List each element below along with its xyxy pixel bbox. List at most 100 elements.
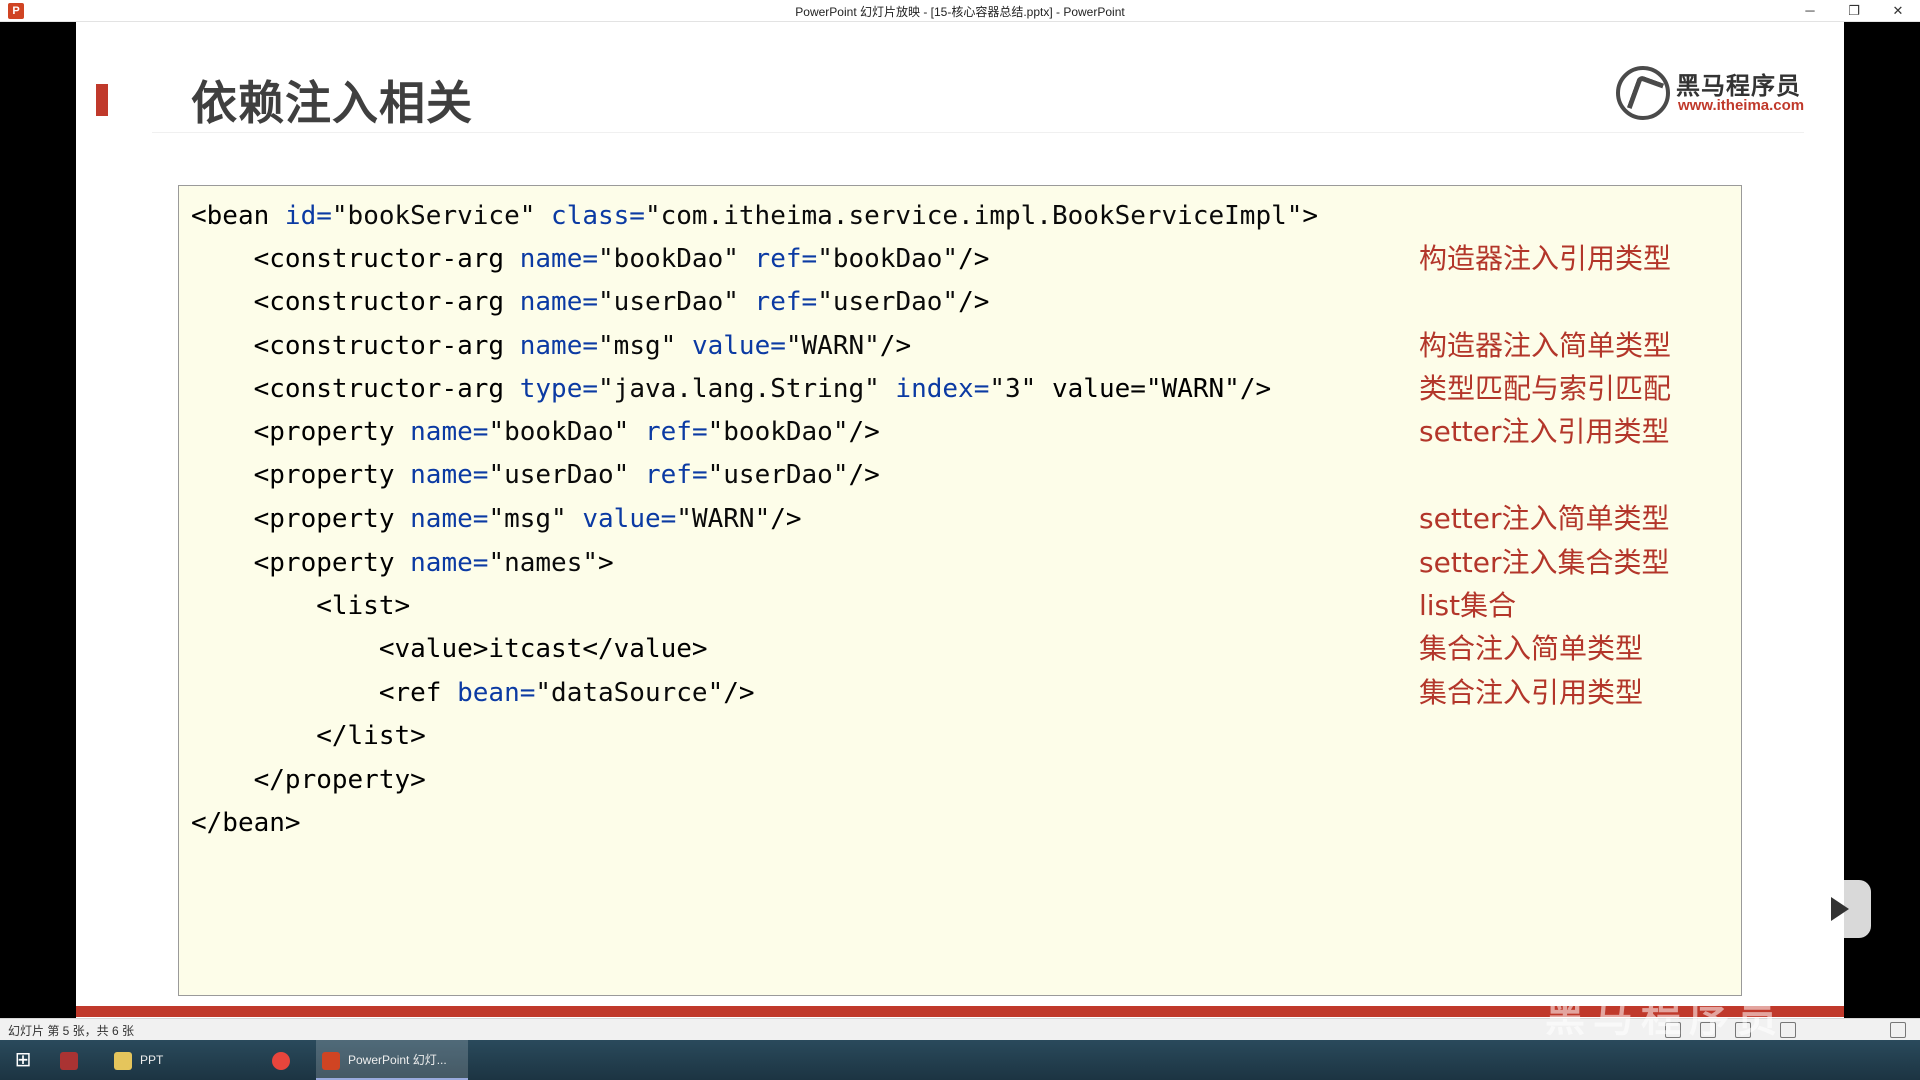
code-line: <value>itcast</value> [191, 629, 708, 669]
code-line: <property name="names"> [191, 543, 614, 583]
code-line: <ref bean="dataSource"/> [191, 673, 755, 713]
code-line: <constructor-arg name="bookDao" ref="boo… [191, 239, 990, 279]
code-token: value= [566, 504, 677, 534]
code-token: <constructor-arg [191, 244, 520, 274]
code-token: "bookDao" [817, 244, 959, 274]
code-token: name= [519, 331, 599, 361]
code-line: </property> [191, 760, 426, 800]
code-line: </bean> [191, 803, 301, 843]
taskbar-item-label: PPT [140, 1053, 164, 1067]
code-token: "bookDao" [707, 417, 849, 447]
code-line: <list> [191, 586, 410, 626]
code-token: <constructor-arg [191, 331, 520, 361]
restore-button[interactable]: ❐ [1832, 0, 1876, 22]
window-title: PowerPoint 幻灯片放映 - [15-核心容器总结.pptx] - Po… [795, 5, 1125, 19]
taskbar-item-chrome[interactable] [272, 1040, 308, 1080]
app-icon [60, 1051, 78, 1070]
code-token: <property [191, 417, 411, 447]
code-token: name= [410, 460, 489, 490]
code-token: name= [410, 548, 489, 578]
window-titlebar: P PowerPoint 幻灯片放映 - [15-核心容器总结.pptx] - … [0, 0, 1920, 22]
code-token: </bean> [191, 808, 301, 838]
code-token: <value>itcast</value> [191, 634, 708, 664]
code-token: /> [770, 504, 802, 534]
code-token: /> [958, 244, 990, 274]
code-token: "userDao" [488, 460, 630, 490]
code-token: > [598, 548, 614, 578]
note-collection-simple: 集合注入简单类型 [1419, 632, 1644, 665]
windows-start-icon[interactable]: ⊞ [0, 1040, 46, 1080]
code-token: ref= [629, 460, 708, 490]
code-token: <constructor-arg [191, 287, 520, 317]
code-token: "bookDao" [488, 417, 630, 447]
code-line: <bean id="bookService" class="com.itheim… [191, 196, 1318, 236]
code-token: "userDao" [817, 287, 959, 317]
code-token: /> [723, 678, 755, 708]
logo-mark-icon [1616, 66, 1670, 120]
video-play-button[interactable] [1805, 880, 1871, 938]
chrome-icon [272, 1051, 290, 1070]
code-token: /> [879, 331, 912, 361]
logo-name: 黑马程序员 [1676, 73, 1801, 100]
slide-counter: 幻灯片 第 5 张，共 6 张 [8, 1024, 135, 1038]
code-token: name= [519, 244, 599, 274]
taskbar-item-ppt-folder[interactable]: PPT [110, 1040, 260, 1080]
slide-heading: 依赖注入相关 [191, 77, 473, 129]
logo-url: www.itheima.com [1678, 97, 1805, 114]
code-token: ref= [738, 244, 818, 274]
note-setter-collection: setter注入集合类型 [1419, 546, 1670, 579]
code-token: <list> [191, 591, 411, 621]
code-token: type= [519, 374, 599, 404]
code-token: "msg" [488, 504, 567, 534]
code-token: index= [879, 374, 990, 404]
code-line: </list> [191, 716, 426, 756]
close-button[interactable]: ✕ [1876, 0, 1920, 22]
code-line: <constructor-arg name="userDao" ref="use… [191, 282, 990, 322]
code-token: <constructor-arg [191, 374, 520, 404]
code-token: value="WARN"/> [1036, 374, 1272, 404]
code-token: "bookService" [331, 201, 536, 231]
itheima-logo: 黑马程序员 www.itheima.com [1616, 64, 1806, 120]
code-line: <property name="msg" value="WARN"/> [191, 499, 802, 539]
note-type-index-match: 类型匹配与索引匹配 [1419, 372, 1672, 405]
code-token: "WARN" [785, 331, 880, 361]
minimize-button[interactable]: ─ [1788, 0, 1832, 22]
code-token: > [1302, 201, 1319, 231]
code-line: <property name="userDao" ref="userDao"/> [191, 455, 880, 495]
code-token: /> [958, 287, 990, 317]
code-line: <constructor-arg type="java.lang.String"… [191, 369, 1272, 409]
code-token: "bookDao" [598, 244, 739, 274]
code-token: /> [848, 460, 880, 490]
slide-canvas[interactable]: 依赖注入相关 黑马程序员 www.itheima.com <bean id="b… [76, 22, 1844, 1022]
code-token: "dataSource" [535, 678, 724, 708]
code-token: value= [676, 331, 786, 361]
code-token: <property [191, 548, 411, 578]
taskbar-app-icon[interactable] [60, 1040, 96, 1080]
watermark-text: 黑马程序员 [1545, 996, 1785, 1040]
note-list-collection: list集合 [1419, 589, 1517, 622]
note-constructor-simple: 构造器注入简单类型 [1419, 329, 1672, 362]
code-line: <constructor-arg name="msg" value="WARN"… [191, 326, 912, 366]
code-line: <property name="bookDao" ref="bookDao"/> [191, 412, 880, 452]
title-divider [152, 132, 1804, 133]
code-token: /> [848, 417, 880, 447]
taskbar-item-label: PowerPoint 幻灯... [348, 1053, 447, 1067]
code-token: <ref [191, 678, 458, 708]
code-token: "msg" [598, 331, 677, 361]
code-block: <bean id="bookService" class="com.itheim… [178, 185, 1742, 996]
code-token: name= [410, 417, 489, 447]
powerpoint-icon [322, 1051, 340, 1070]
taskbar-item-powerpoint[interactable]: PowerPoint 幻灯... [316, 1040, 468, 1080]
code-token: ref= [738, 287, 818, 317]
note-setter-simple: setter注入简单类型 [1419, 502, 1670, 535]
notes-icon[interactable] [1890, 1022, 1906, 1038]
folder-icon [114, 1051, 132, 1070]
windows-taskbar: ⊞ PPT PowerPoint 幻灯... [0, 1040, 1920, 1080]
code-token: "3" [989, 374, 1037, 404]
code-token: "userDao" [707, 460, 849, 490]
code-token: bean= [457, 678, 536, 708]
title-accent-bar [96, 84, 108, 116]
note-collection-ref: 集合注入引用类型 [1419, 676, 1644, 709]
code-token: <property [191, 460, 411, 490]
code-token: ref= [629, 417, 708, 447]
